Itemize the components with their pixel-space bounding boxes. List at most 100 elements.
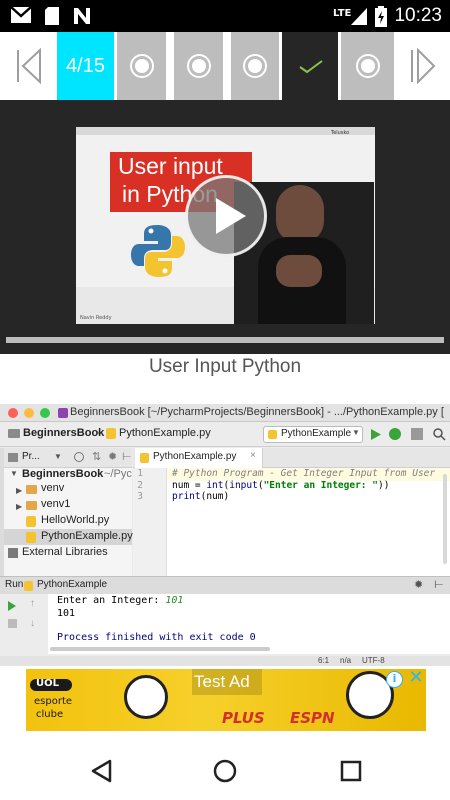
network-type: LTE [333,8,352,19]
lesson-counter: 4/15 [57,32,114,100]
ad-label: Test Ad [194,672,250,691]
n-icon [72,6,94,26]
status-na: n/a [340,656,352,665]
sd-card-icon [44,6,66,26]
line-number: 3 [137,491,143,502]
ad-close-icon[interactable]: ✕ [406,669,426,689]
collapse-icon: ⇅ [92,451,102,463]
lesson-step-6[interactable] [174,32,223,100]
console-exit-message: Process finished with exit code 0 [57,632,256,643]
minimize-dot-icon [24,408,34,418]
project-label: Pr... [22,451,40,462]
python-file-icon [26,516,36,527]
line-number: 2 [137,479,143,491]
python-file-icon [106,428,116,439]
arrow-down-icon: ↓ [30,618,35,629]
skip-previous-icon [17,48,41,84]
presenter-face [276,185,324,243]
lte-signal-icon [350,6,372,26]
run-console: ↑ ↓ Enter an Integer: 101 101 Process fi… [0,594,450,654]
lesson-step-5[interactable] [117,32,166,100]
editor-tab: PythonExample.py × [135,448,263,468]
python-logo-icon [131,225,185,277]
thumbnail-brand: Telusko [331,130,350,136]
lesson-step-7[interactable] [231,32,279,100]
editor-scrollbar [443,474,447,564]
step-dot-icon [191,59,206,73]
tree-item-venv: venv [41,482,65,494]
editor-tab-label: PythonExample.py [153,451,237,462]
code-line-2: num = int(input("Enter an Integer: ")) [172,479,390,491]
ide-window-title: BeginnersBook [~/PycharmProjects/Beginne… [70,406,444,418]
ide-navbar: BeginnersBook › PythonExample.py PythonE… [0,423,450,447]
lesson-title: User Input Python [148,356,302,377]
close-icon: × [250,450,256,461]
play-button[interactable] [185,175,267,257]
recents-icon[interactable] [340,760,362,782]
lesson-step-complete[interactable] [282,32,338,100]
system-navigation-bar [0,741,450,800]
console-line-1: Enter an Integer: 101 [57,595,184,606]
tree-root-path: ~/Pyc [104,468,132,480]
library-icon [8,548,18,558]
arrow-up-icon: ↑ [30,598,35,609]
tree-item-pythonexample: PythonExample.py [41,530,133,542]
tree-item-venv1: venv1 [41,498,71,510]
next-button[interactable] [397,32,450,100]
folder-icon [8,429,20,438]
python-file-icon [140,453,149,463]
code-line-3: print(num) [172,491,230,502]
clock: 10:23 [394,5,442,26]
code-editor: 1 2 3 # Python Program - Get Integer Inp… [133,468,450,576]
code-line-1: # Python Program - Get Integer Input fro… [172,468,436,479]
ad-brand-uol-sub2: clube [36,709,64,720]
rerun-icon [8,601,16,611]
cursor-position: 6:1 [318,656,330,665]
gear-icon: ✹ [108,451,118,463]
pycharm-icon [58,408,68,418]
run-config-name: PythonExample [37,579,108,590]
tree-external-libraries: External Libraries [22,546,108,558]
hide-icon: ⊢ [122,451,132,463]
thumbnail-presenter: Navin Reddy [80,315,112,321]
status-encoding: UTF-8 [362,656,385,665]
folder-icon [26,485,37,494]
target-icon [74,452,84,462]
run-panel-header: Run PythonExample ✹ ⊢ [0,576,450,594]
gmail-icon [10,6,32,26]
check-icon [299,60,323,74]
stop-icon [411,428,423,440]
video-progress-bar[interactable] [6,337,444,343]
previous-button[interactable] [0,32,57,100]
tree-item-helloworld: HelloWorld.py [41,514,110,526]
home-icon[interactable] [213,759,237,783]
status-bar: LTE 10:23 [0,0,450,32]
skip-next-icon [411,48,436,84]
line-number: 1 [137,468,143,479]
adchoices-info-icon[interactable]: i [386,671,403,688]
breadcrumb-project: BeginnersBook [23,427,105,439]
hide-icon: ⊢ [434,579,444,591]
project-panel-header: Pr... ▼ ⇅ ✹ ⊢ [4,448,132,468]
editor-tab-bar: PythonExample.py × [133,448,450,468]
run-label: Run [5,579,24,590]
ad-banner[interactable]: UOL esporte clube Test Ad PLUS ESPN i ✕ [26,669,426,731]
maximize-dot-icon [40,408,50,418]
ide-status-line: 6:1 n/a UTF-8 [0,656,450,666]
thumbnail-title-line1: User input [118,153,223,179]
python-file-icon [24,581,33,591]
python-file-icon [268,430,277,439]
gear-icon: ✹ [414,579,424,591]
video-thumbnail[interactable]: Telusko Navin Reddy User input in Python [76,127,375,324]
step-dot-icon [248,59,262,73]
lesson-step-9[interactable] [341,32,394,100]
play-icon [216,198,246,234]
stop-icon [8,619,17,628]
back-icon[interactable] [90,759,112,783]
search-icon [433,428,446,441]
step-dot-icon [134,59,149,73]
soccer-ball-icon [124,675,168,719]
ide-screenshot: BeginnersBook [~/PycharmProjects/Beginne… [0,404,450,666]
run-config-select: PythonExample ▼ [263,426,363,443]
console-scrollbar [50,647,270,651]
